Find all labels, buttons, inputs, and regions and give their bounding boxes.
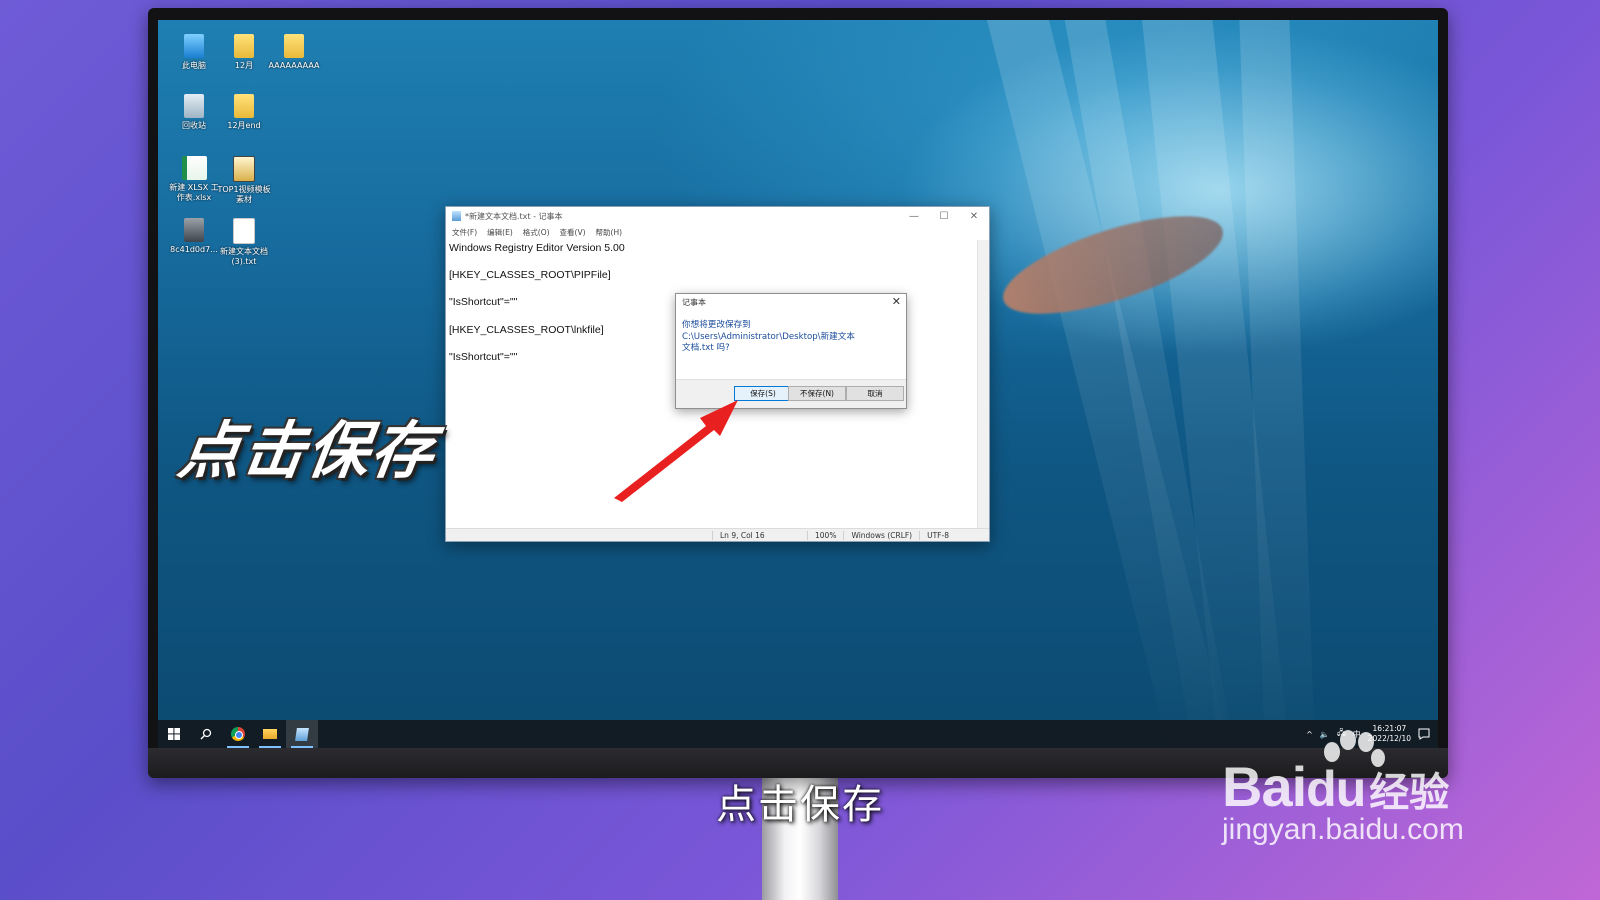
desktop-icon-label: 此电脑 — [182, 61, 206, 70]
menu-help[interactable]: 帮助(H) — [596, 227, 623, 238]
dialog-message: 你想将更改保存到 C:\Users\Administrator\Desktop\… — [682, 320, 896, 355]
instruction-caption: 点击保存 — [174, 414, 441, 487]
status-zoom: 100% — [807, 530, 843, 540]
editor-line: ​ — [449, 256, 974, 270]
xlsx-file-icon — [181, 156, 207, 180]
monitor: 此电脑 12月 AAAAAAAAA 回收站 12月end 新建 XLSX 工作表… — [148, 8, 1448, 778]
cancel-button[interactable]: 取消 — [846, 386, 904, 401]
editor-line: [HKEY_CLASSES_ROOT\PIPFile] — [449, 269, 611, 282]
desktop-screen: 此电脑 12月 AAAAAAAAA 回收站 12月end 新建 XLSX 工作表… — [158, 20, 1438, 748]
recycle-bin-icon — [184, 94, 204, 118]
taskbar-notepad[interactable] — [286, 720, 318, 748]
desktop-icon-label: 8c41d0d7... — [170, 245, 218, 254]
taskbar-file-explorer[interactable] — [254, 720, 286, 748]
desktop-icon-label: AAAAAAAAA — [268, 61, 320, 70]
start-button[interactable] — [158, 720, 190, 748]
baidu-jingyan-watermark: Baidu 经验 jingyan.baidu.com — [1222, 730, 1522, 858]
editor-line: Windows Registry Editor Version 5.00 — [449, 242, 625, 254]
notepad-icon — [295, 727, 309, 741]
desktop-icon-label: 回收站 — [182, 121, 206, 130]
desktop-icon-recycle-bin[interactable]: 回收站 — [166, 94, 222, 131]
dialog-close-icon[interactable]: ✕ — [892, 295, 901, 308]
desktop-icon-xlsx[interactable]: 新建 XLSX 工作表.xlsx — [166, 156, 222, 203]
desktop-icon-label: 新建文本文档 (3).txt — [220, 247, 268, 266]
status-bar: Ln 9, Col 16 100% Windows (CRLF) UTF-8 — [446, 528, 989, 541]
arrow-shape — [614, 400, 738, 502]
window-controls: — ☐ ✕ — [899, 207, 989, 225]
menu-view[interactable]: 查看(V) — [560, 227, 586, 238]
dialog-message-line: 文档.txt 吗? — [682, 343, 730, 353]
close-button[interactable]: ✕ — [959, 207, 989, 225]
desktop-icon-label: 12月end — [227, 121, 261, 130]
status-cursor-position: Ln 9, Col 16 — [712, 530, 807, 540]
menu-format[interactable]: 格式(O) — [523, 227, 550, 238]
desktop-icon-image[interactable]: 8c41d0d7... — [166, 218, 222, 255]
maximize-button[interactable]: ☐ — [929, 207, 959, 225]
menu-file[interactable]: 文件(F) — [452, 227, 477, 238]
video-file-icon — [233, 156, 255, 182]
dialog-message-line: 你想将更改保存到 — [682, 320, 751, 330]
folder-icon — [234, 34, 254, 58]
desktop-icon-this-pc[interactable]: 此电脑 — [166, 34, 222, 71]
status-encoding: UTF-8 — [919, 530, 956, 540]
watermark-url: jingyan.baidu.com — [1222, 813, 1464, 846]
computer-icon — [184, 34, 204, 58]
folder-icon — [284, 34, 304, 58]
dont-save-button[interactable]: 不保存(N) — [788, 386, 846, 401]
menu-edit[interactable]: 编辑(E) — [487, 227, 513, 238]
search-icon — [200, 728, 212, 740]
menu-bar: 文件(F) 编辑(E) 格式(O) 查看(V) 帮助(H) — [446, 225, 989, 239]
image-file-icon — [184, 218, 204, 242]
windows-start-icon — [168, 728, 180, 740]
desktop-icon-folder-aaaa[interactable]: AAAAAAAAA — [266, 34, 322, 71]
notepad-titlebar[interactable]: *新建文本文档.txt - 记事本 — ☐ ✕ — [446, 207, 989, 225]
folder-icon — [234, 94, 254, 118]
watermark-brand-suffix: 经验 — [1369, 770, 1450, 816]
taskbar-chrome[interactable] — [222, 720, 254, 748]
desktop-icon-label: 新建 XLSX 工作表.xlsx — [169, 183, 219, 202]
window-title: *新建文本文档.txt - 记事本 — [465, 211, 563, 221]
file-explorer-icon — [263, 729, 277, 739]
minimize-button[interactable]: — — [899, 207, 929, 225]
search-button[interactable] — [190, 720, 222, 748]
desktop-icon-folder-12end[interactable]: 12月end — [216, 94, 272, 131]
paw-logo-icon — [1324, 730, 1385, 767]
dialog-message-line: C:\Users\Administrator\Desktop\新建文本 — [682, 331, 855, 342]
status-line-ending: Windows (CRLF) — [843, 530, 919, 540]
dialog-titlebar[interactable]: 记事本 ✕ — [676, 294, 906, 310]
dialog-title: 记事本 — [682, 297, 706, 307]
desktop-icon-label: 12月 — [234, 61, 254, 70]
red-arrow-annotation — [614, 400, 738, 502]
watermark-brand: Bai — [1222, 755, 1307, 818]
desktop-icon-video-template[interactable]: TOP1视频模板素材 — [216, 156, 272, 205]
desktop-icon-text-file[interactable]: 新建文本文档 (3).txt — [216, 218, 272, 267]
vertical-scrollbar[interactable] — [977, 240, 989, 529]
notepad-icon — [452, 211, 461, 221]
desktop-icon-label: TOP1视频模板素材 — [217, 185, 271, 204]
chrome-icon — [231, 727, 245, 741]
text-file-icon — [233, 218, 255, 244]
desktop-icon-folder-12[interactable]: 12月 — [216, 34, 272, 71]
